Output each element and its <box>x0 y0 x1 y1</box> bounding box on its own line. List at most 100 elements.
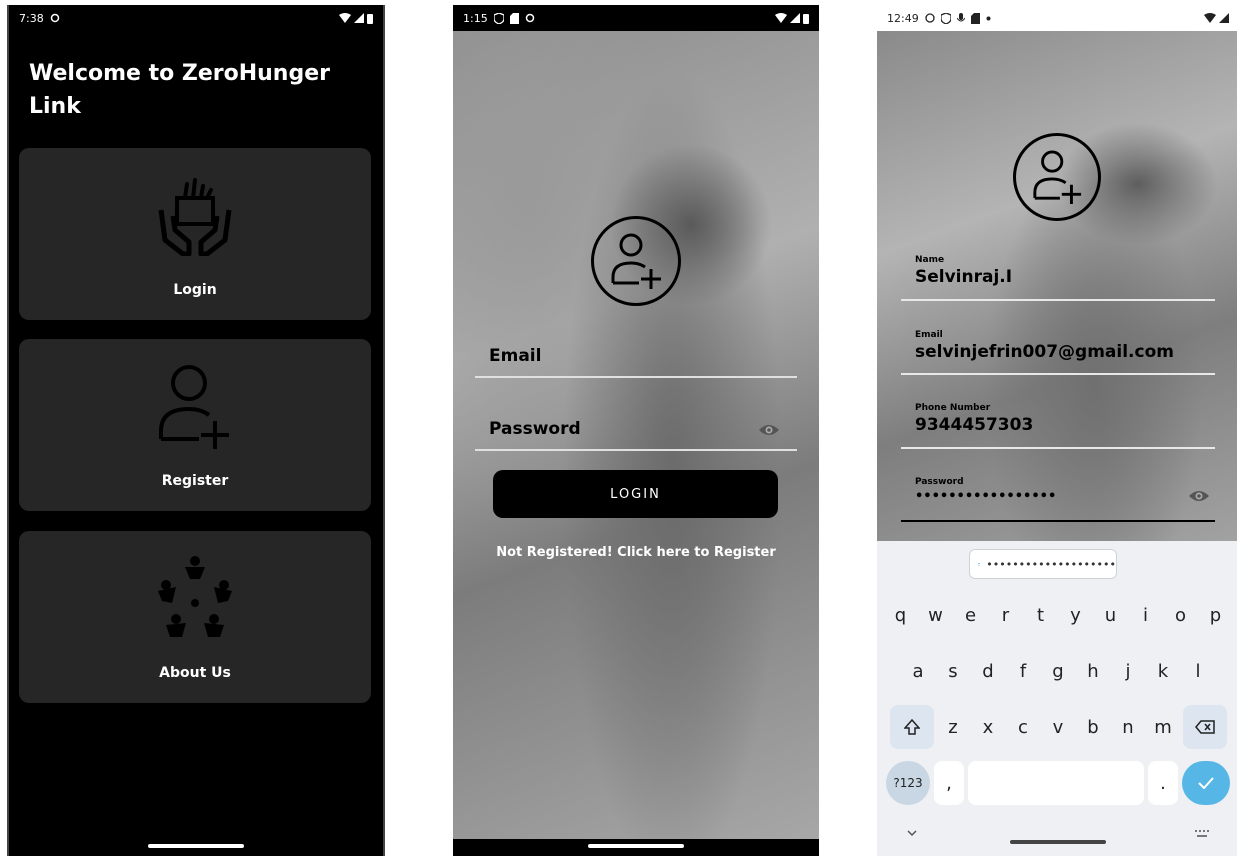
home-indicator[interactable] <box>1010 840 1106 844</box>
status-time: 1:15 <box>463 11 488 25</box>
key-s[interactable]: s <box>938 649 969 693</box>
community-people-icon <box>158 556 232 637</box>
clipboard-suggestion[interactable]: •••••••••••••••••••• <box>969 549 1117 579</box>
register-screen: 12:49 Name Selvinraj.I Email selvinjefri… <box>877 5 1237 856</box>
name-value: Selvinraj.I <box>915 267 1013 287</box>
shift-key[interactable] <box>889 705 934 749</box>
name-field[interactable]: Name Selvinraj.I <box>901 245 1215 301</box>
login-screen: 1:15 Email Password LOGIN Not Registered… <box>453 5 819 856</box>
key-d[interactable]: d <box>973 649 1004 693</box>
register-link[interactable]: Not Registered! Click here to Register <box>453 545 819 560</box>
keyboard-row-1: q w e r t y u i o p <box>877 593 1237 637</box>
wifi-icon <box>339 13 351 23</box>
key-j[interactable]: j <box>1113 649 1144 693</box>
key-p[interactable]: p <box>1200 593 1231 637</box>
dot-icon <box>986 16 991 20</box>
sd-card-icon <box>509 12 519 24</box>
onscreen-keyboard: •••••••••••••••••••• q w e r t y u i o p… <box>877 541 1237 856</box>
key-g[interactable]: g <box>1043 649 1074 693</box>
register-card[interactable]: Register <box>19 339 371 511</box>
key-a[interactable]: a <box>903 649 934 693</box>
enter-key[interactable] <box>1182 761 1230 805</box>
status-time: 12:49 <box>887 11 919 25</box>
comma-key[interactable]: , <box>934 761 964 805</box>
password-label: Password <box>915 477 964 487</box>
wifi-icon <box>775 13 787 23</box>
password-field[interactable]: Password <box>475 403 797 451</box>
login-button[interactable]: LOGIN <box>493 470 778 518</box>
key-z[interactable]: z <box>938 705 969 749</box>
phone-number-field[interactable]: Phone Number 9344457303 <box>901 395 1215 449</box>
keyboard-row-2: a s d f g h j k l <box>877 649 1237 693</box>
key-l[interactable]: l <box>1183 649 1214 693</box>
key-v[interactable]: v <box>1043 705 1074 749</box>
battery-icon <box>803 13 809 24</box>
about-us-card[interactable]: About Us <box>19 531 371 703</box>
status-bar: 7:38 <box>9 5 383 31</box>
key-u[interactable]: u <box>1095 593 1126 637</box>
symbols-key[interactable]: ?123 <box>886 761 930 805</box>
key-y[interactable]: y <box>1060 593 1091 637</box>
keyboard-nav-row <box>877 828 1237 848</box>
email-label: Email <box>915 330 943 340</box>
email-label: Email <box>489 346 542 366</box>
key-e[interactable]: e <box>955 593 986 637</box>
key-n[interactable]: n <box>1113 705 1144 749</box>
period-key[interactable]: . <box>1148 761 1178 805</box>
avatar-circle <box>591 216 681 306</box>
keyboard-row-3: z x c v b n m <box>877 705 1237 749</box>
signal-icon <box>354 13 364 23</box>
home-indicator[interactable] <box>588 844 684 848</box>
key-x[interactable]: x <box>973 705 1004 749</box>
clipboard-text: •••••••••••••••••••• <box>986 557 1116 571</box>
name-label: Name <box>915 255 945 265</box>
sync-icon <box>50 13 59 23</box>
sd-card-icon <box>970 12 980 24</box>
login-card-label: Login <box>173 282 217 298</box>
keyboard-row-4: ?123 , . <box>877 761 1237 805</box>
donation-hands-icon <box>158 178 232 256</box>
email-field[interactable]: Email selvinjefrin007@gmail.com <box>901 321 1215 375</box>
key-i[interactable]: i <box>1130 593 1161 637</box>
key-f[interactable]: f <box>1008 649 1039 693</box>
backspace-icon <box>1194 720 1215 734</box>
password-field[interactable]: Password ••••••••••••••••• <box>901 467 1215 522</box>
key-b[interactable]: b <box>1078 705 1109 749</box>
shield-icon <box>940 12 951 24</box>
register-card-label: Register <box>161 473 229 489</box>
backspace-key[interactable] <box>1182 705 1227 749</box>
key-r[interactable]: r <box>990 593 1021 637</box>
chevron-down-icon[interactable] <box>907 830 917 837</box>
key-k[interactable]: k <box>1148 649 1179 693</box>
key-q[interactable]: q <box>885 593 916 637</box>
sync-icon <box>525 13 534 23</box>
home-screen: 7:38 Welcome to ZeroHunger Link Login Re… <box>7 5 385 856</box>
login-card[interactable]: Login <box>19 148 371 320</box>
key-w[interactable]: w <box>920 593 951 637</box>
status-time: 7:38 <box>19 11 44 25</box>
key-t[interactable]: t <box>1025 593 1056 637</box>
key-m[interactable]: m <box>1148 705 1179 749</box>
add-user-icon <box>1033 150 1082 204</box>
avatar-circle <box>1013 133 1101 221</box>
home-indicator[interactable] <box>148 844 244 848</box>
shield-icon <box>493 12 504 24</box>
eye-icon[interactable] <box>1189 489 1209 503</box>
wifi-icon <box>1204 13 1216 23</box>
email-value: selvinjefrin007@gmail.com <box>915 342 1174 362</box>
mic-icon <box>956 12 965 21</box>
password-value: ••••••••••••••••• <box>915 489 1057 504</box>
phone-number-label: Phone Number <box>915 403 991 413</box>
keyboard-switch-icon[interactable] <box>1195 830 1209 838</box>
battery-icon <box>367 13 373 24</box>
email-field[interactable]: Email <box>475 330 797 378</box>
space-key[interactable] <box>968 761 1144 805</box>
password-label: Password <box>489 419 581 439</box>
status-bar: 1:15 <box>453 5 819 31</box>
eye-icon[interactable] <box>759 423 779 437</box>
key-o[interactable]: o <box>1165 593 1196 637</box>
key-c[interactable]: c <box>1008 705 1039 749</box>
signal-icon <box>790 13 800 23</box>
status-bar: 12:49 <box>877 5 1237 31</box>
key-h[interactable]: h <box>1078 649 1109 693</box>
